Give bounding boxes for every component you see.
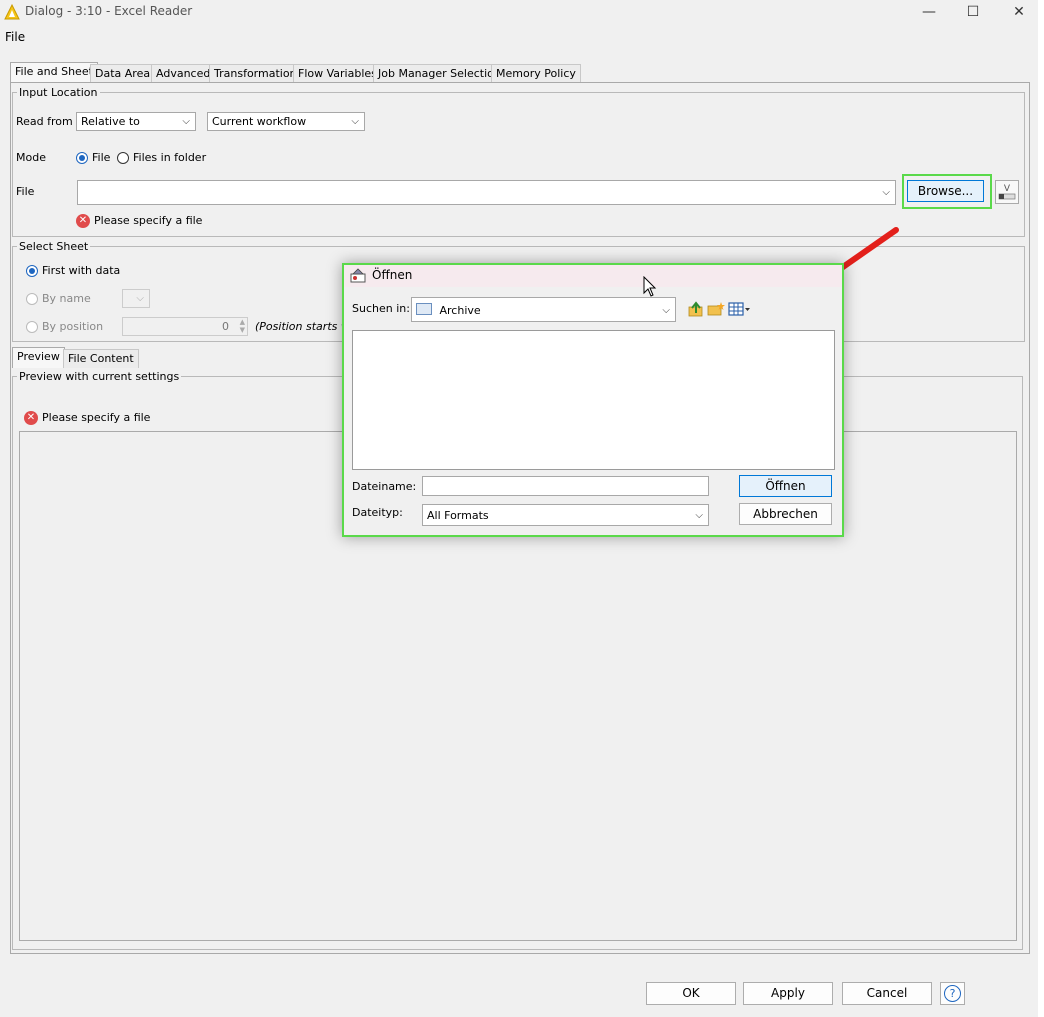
up-folder-icon[interactable] [687,301,705,317]
read-from-label: Read from [16,115,73,128]
first-with-data-label: First with data [42,264,121,277]
chevron-down-icon: ⌵ [662,305,670,316]
tab-transformation[interactable]: Transformation [209,64,302,83]
filename-input[interactable] [422,476,709,496]
preview-error-message: Please specify a file [42,411,151,424]
close-button[interactable]: ✕ [997,0,1041,24]
first-with-data-radio[interactable] [26,265,38,277]
new-folder-icon[interactable] [707,301,725,317]
look-in-label: Suchen in: [352,302,410,315]
open-dialog-title-bar [344,265,842,287]
mode-label: Mode [16,151,46,164]
open-dialog-title: Öffnen [372,268,413,282]
mouse-cursor-icon [643,276,657,297]
tab-preview[interactable]: Preview [12,347,65,368]
file-list[interactable] [352,330,835,470]
look-in-value: Archive [439,304,481,317]
input-location-legend: Input Location [19,86,98,99]
position-hint: (Position starts wi [255,320,353,333]
flow-variable-button[interactable]: V [995,180,1019,204]
chevron-down-icon: ⌵ [882,187,890,198]
tab-memory-policy[interactable]: Memory Policy [491,64,581,83]
tab-job-manager-selection[interactable]: Job Manager Selection [373,64,506,83]
workflow-value: Current workflow [212,115,307,128]
file-error-message: Please specify a file [94,214,203,227]
filename-label: Dateiname: [352,480,417,493]
look-in-dropdown[interactable]: Archive ⌵ [411,297,676,322]
tab-data-area[interactable]: Data Area [90,64,156,83]
read-from-dropdown[interactable]: Relative to ⌵ [76,112,196,131]
filetype-value: All Formats [427,509,489,522]
view-menu-icon[interactable] [728,301,752,317]
cancel-button[interactable]: Cancel [842,982,932,1005]
browse-button[interactable]: Browse... [907,180,984,202]
chevron-down-icon: ⌵ [695,510,703,521]
minimize-button[interactable]: — [907,0,951,24]
tab-file-and-sheet[interactable]: File and Sheet [10,62,98,83]
tab-flow-variables[interactable]: Flow Variables [293,64,382,83]
open-file-dialog: Öffnen Suchen in: Archive ⌵ Dateiname: D… [342,263,844,537]
knime-triangle-icon [4,4,20,20]
svg-text:V: V [1004,184,1011,194]
sheet-name-dropdown[interactable]: ⌵ [122,289,150,308]
select-sheet-legend: Select Sheet [19,240,89,253]
position-spinner[interactable]: 0 ▲ ▼ [122,317,248,336]
error-icon: ✕ [76,214,90,228]
dialog-cancel-button[interactable]: Abbrechen [739,503,832,525]
tab-file-content[interactable]: File Content [63,349,139,368]
by-position-label: By position [42,320,104,333]
file-label: File [16,185,35,198]
chevron-down-icon: ⌵ [136,293,144,304]
flow-variable-icon: V [998,184,1016,200]
mode-file-radio[interactable] [76,152,88,164]
open-button[interactable]: Öffnen [739,475,832,497]
position-value: 0 [222,320,229,333]
java-app-icon [350,268,366,283]
by-position-radio[interactable] [26,321,38,333]
folder-icon [416,303,432,315]
window-edge [1038,0,1044,1017]
by-name-radio[interactable] [26,293,38,305]
tab-advanced[interactable]: Advanced [151,64,216,83]
help-icon: ? [944,985,961,1002]
mode-folder-radio[interactable] [117,152,129,164]
maximize-button[interactable]: ☐ [951,0,995,24]
preview-legend: Preview with current settings [19,370,180,383]
chevron-down-icon: ⌵ [182,116,190,127]
workflow-dropdown[interactable]: Current workflow ⌵ [207,112,365,131]
chevron-down-icon: ⌵ [351,116,359,127]
ok-button[interactable]: OK [646,982,736,1005]
error-icon: ✕ [24,411,38,425]
menu-file[interactable]: File [5,30,25,44]
help-button[interactable]: ? [940,982,965,1005]
filetype-dropdown[interactable]: All Formats ⌵ [422,504,709,526]
filetype-label: Dateityp: [352,506,403,519]
by-name-label: By name [42,292,91,305]
mode-file-label: File [92,151,111,164]
spinner-arrows-icon[interactable]: ▲ ▼ [240,318,245,334]
file-path-input[interactable]: ⌵ [77,180,896,205]
apply-button[interactable]: Apply [743,982,833,1005]
mode-folder-label: Files in folder [133,151,207,164]
window-title: Dialog - 3:10 - Excel Reader [25,4,193,18]
read-from-value: Relative to [81,115,140,128]
